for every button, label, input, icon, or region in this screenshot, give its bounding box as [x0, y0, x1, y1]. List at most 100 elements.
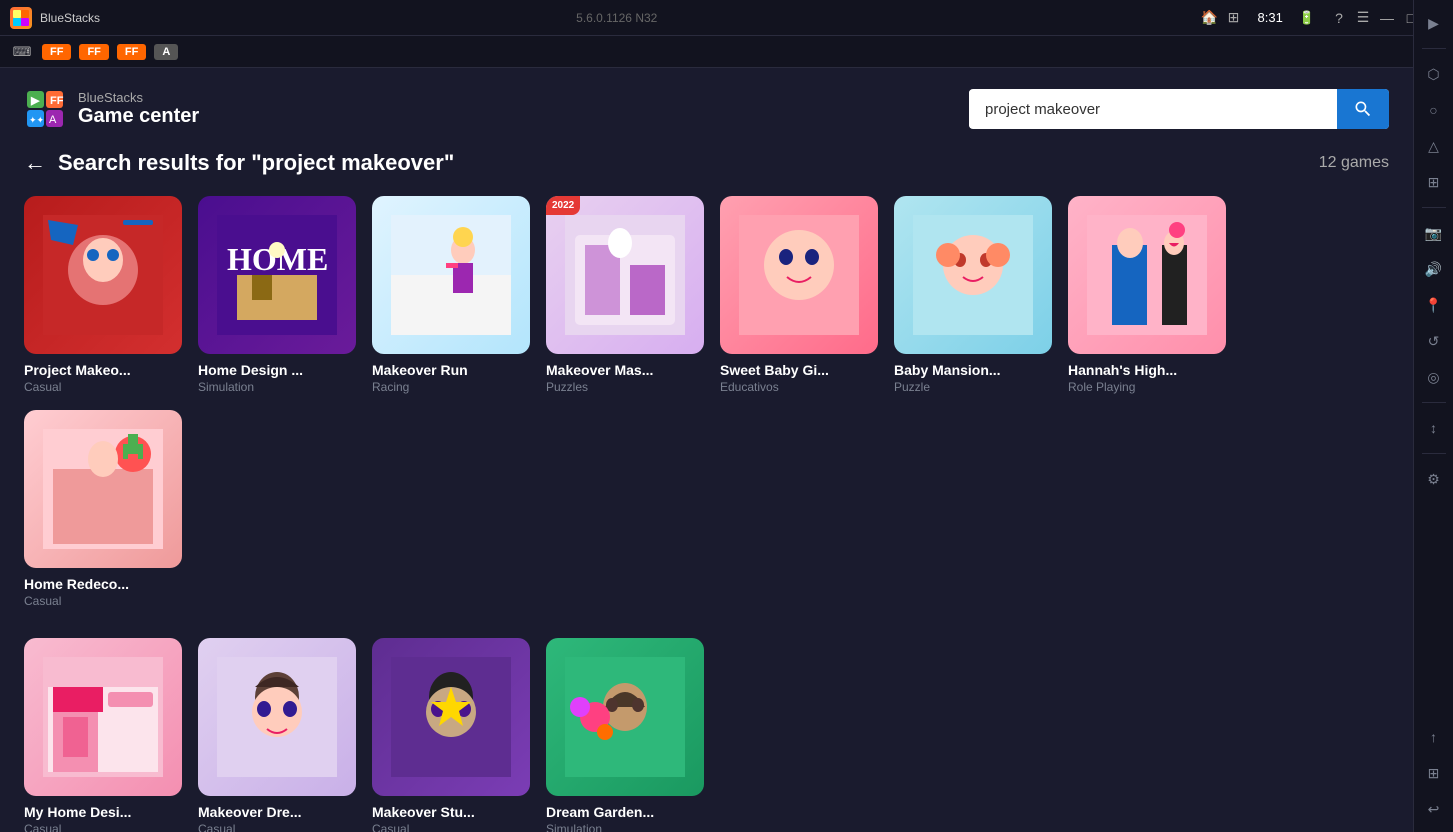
game-thumb-my-home [24, 638, 182, 796]
app-version: 5.6.0.1126 N32 [576, 11, 657, 25]
keyboard-icon[interactable]: ⌨ [10, 40, 34, 64]
game-name-makeover-stu: Makeover Stu... [372, 804, 530, 820]
game-category-sweet-baby: Educativos [720, 380, 878, 394]
results-header: ← Search results for "project makeover" … [24, 150, 1389, 176]
svg-text:▶: ▶ [30, 95, 40, 107]
home-icon[interactable]: 🏠 [1202, 10, 1218, 26]
sidebar-circle-icon[interactable]: ○ [1419, 95, 1449, 125]
game-card-project-makeover[interactable]: Project Makeo... Casual [24, 196, 182, 394]
sidebar-grid-icon[interactable]: ⊞ [1419, 167, 1449, 197]
game-card-makeover-dre[interactable]: Makeover Dre... Casual [198, 638, 356, 832]
sidebar-target-icon[interactable]: ◎ [1419, 362, 1449, 392]
sidebar-home-icon[interactable]: ⊞ [1419, 758, 1449, 788]
game-thumb-dream-garden [546, 638, 704, 796]
game-thumb-project-makeover [24, 196, 182, 354]
question-icon[interactable]: ? [1331, 10, 1347, 26]
game-card-home-design[interactable]: HOME Home Design ... Simulation [198, 196, 356, 394]
tab-a[interactable]: A [154, 44, 178, 60]
game-category-home-redeco: Casual [24, 594, 182, 608]
sidebar-sound-icon[interactable]: 🔊 [1419, 254, 1449, 284]
sidebar-refresh-icon[interactable]: ↺ [1419, 326, 1449, 356]
tab-ff3[interactable]: FF [117, 44, 146, 60]
tab-ff1[interactable]: FF [42, 44, 71, 60]
app-header: ▶ FF ✦✦ A BlueStacks Game center [24, 88, 1389, 130]
brand-logo: ▶ FF ✦✦ A [24, 88, 66, 130]
game-image-home-design: HOME [198, 196, 356, 354]
results-title: Search results for "project makeover" [58, 150, 454, 176]
sidebar-location-icon[interactable]: 📍 [1419, 290, 1449, 320]
search-button[interactable] [1337, 89, 1389, 129]
game-name-baby-mansion: Baby Mansion... [894, 362, 1052, 378]
game-card-hannahs[interactable]: Hannah's High... Role Playing [1068, 196, 1226, 394]
game-name-home-design: Home Design ... [198, 362, 356, 378]
game-category-makeover-stu: Casual [372, 822, 530, 832]
game-name-makeover-mas: Makeover Mas... [546, 362, 704, 378]
game-card-my-home[interactable]: My Home Desi... Casual [24, 638, 182, 832]
game-card-makeover-stu[interactable]: Makeover Stu... Casual [372, 638, 530, 832]
bluestacks-logo-icon: ▶ FF ✦✦ A [24, 88, 66, 130]
sidebar-divider-1 [1422, 48, 1446, 49]
game-image-makeover-mas: 2022 [546, 196, 704, 354]
game-image-sweet-baby [720, 196, 878, 354]
game-card-sweet-baby[interactable]: Sweet Baby Gi... Educativos [720, 196, 878, 394]
game-category-my-home: Casual [24, 822, 182, 832]
game-card-makeover-mas[interactable]: 2022 Makeover Mas... Puzzles [546, 196, 704, 394]
search-bar [969, 89, 1389, 129]
game-image-my-home [24, 638, 182, 796]
game-name-hannahs: Hannah's High... [1068, 362, 1226, 378]
game-image-project-makeover [24, 196, 182, 354]
app-logo [10, 7, 32, 29]
game-image-makeover-run [372, 196, 530, 354]
right-sidebar: ▶ ⬡ ○ △ ⊞ 📷 🔊 📍 ↺ ◎ ↕ ⚙ ↑ ⊞ ↩ [1413, 0, 1453, 832]
game-card-makeover-run[interactable]: Makeover Run Racing [372, 196, 530, 394]
title-bar: BlueStacks 5.6.0.1126 N32 🏠 ⊞ 8:31 🔋 ? ☰… [0, 0, 1453, 36]
back-button[interactable]: ← [24, 150, 46, 176]
app-title: BlueStacks [40, 11, 568, 25]
game-name-home-redeco: Home Redeco... [24, 576, 182, 592]
sidebar-expand-icon[interactable]: ▶ [1419, 8, 1449, 38]
menu-icon[interactable]: ☰ [1355, 10, 1371, 26]
sidebar-resize-icon[interactable]: ↕ [1419, 413, 1449, 443]
game-name-my-home: My Home Desi... [24, 804, 182, 820]
game-category-hannahs: Role Playing [1068, 380, 1226, 394]
minimize-icon[interactable]: — [1379, 10, 1395, 26]
game-card-baby-mansion[interactable]: Baby Mansion... Puzzle [894, 196, 1052, 394]
game-category-dream-garden: Simulation [546, 822, 704, 832]
game-category-project-makeover: Casual [24, 380, 182, 394]
main-area: ▶ FF ✦✦ A BlueStacks Game center ← [0, 68, 1413, 832]
game-thumb-sweet-baby [720, 196, 878, 354]
toolbar: ⌨ FF FF FF A [0, 36, 1453, 68]
game-name-dream-garden: Dream Garden... [546, 804, 704, 820]
game-image-home-redeco [24, 410, 182, 568]
game-thumb-makeover-run [372, 196, 530, 354]
game-name-makeover-run: Makeover Run [372, 362, 530, 378]
game-thumb-home-redeco [24, 410, 182, 568]
sidebar-up-icon[interactable]: ↑ [1419, 722, 1449, 752]
game-thumb-makeover-mas: 2022 [546, 196, 704, 354]
svg-text:✦✦: ✦✦ [29, 115, 45, 125]
sidebar-triangle-icon[interactable]: △ [1419, 131, 1449, 161]
game-image-baby-mansion [894, 196, 1052, 354]
game-card-home-redeco[interactable]: Home Redeco... Casual [24, 410, 182, 608]
badge-2022: 2022 [546, 196, 580, 215]
game-name-project-makeover: Project Makeo... [24, 362, 182, 378]
game-image-dream-garden [546, 638, 704, 796]
game-category-makeover-mas: Puzzles [546, 380, 704, 394]
layout-icon[interactable]: ⊞ [1226, 10, 1242, 26]
tab-ff2[interactable]: FF [79, 44, 108, 60]
sidebar-camera-icon[interactable]: 📷 [1419, 218, 1449, 248]
results-count: 12 games [1319, 154, 1389, 172]
brand-title: Game center [78, 105, 199, 128]
game-thumb-hannahs [1068, 196, 1226, 354]
games-grid-row1: Project Makeo... Casual HOME Home Design… [24, 196, 1389, 608]
brand-text: BlueStacks Game center [78, 90, 199, 128]
sidebar-settings-icon[interactable]: ⚙ [1419, 464, 1449, 494]
sidebar-back-icon[interactable]: ↩ [1419, 794, 1449, 824]
search-input[interactable] [969, 91, 1337, 128]
sidebar-divider-4 [1422, 453, 1446, 454]
game-category-makeover-dre: Casual [198, 822, 356, 832]
game-thumb-makeover-stu [372, 638, 530, 796]
sidebar-hexagon-icon[interactable]: ⬡ [1419, 59, 1449, 89]
game-thumb-baby-mansion [894, 196, 1052, 354]
game-card-dream-garden[interactable]: Dream Garden... Simulation [546, 638, 704, 832]
